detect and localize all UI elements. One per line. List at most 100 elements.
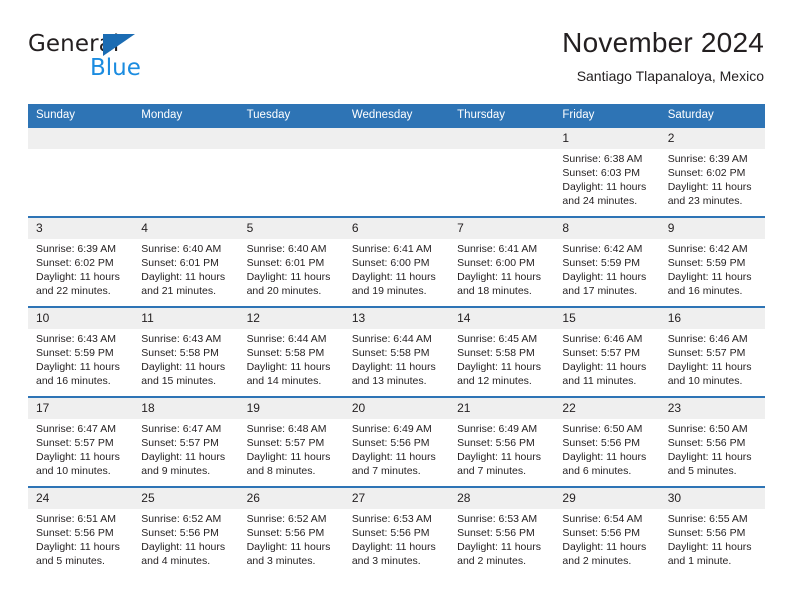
logo-text-blue: Blue [90,55,141,81]
sunrise-time: Sunrise: 6:49 AM [351,423,432,435]
calendar-day-cell[interactable]: 6 Sunrise: 6:41 AM Sunset: 6:00 PM Daylight… [343,216,450,307]
calendar-day-cell[interactable]: 9 Sunrise: 6:42 AM Sunset: 5:59 PM Daylight… [659,216,765,307]
sunrise-time: Sunrise: 6:50 AM [562,423,643,435]
sunset-time: Sunset: 5:59 PM [667,257,746,270]
calendar-day-cell[interactable]: 14 Sunrise: 6:45 AM Sunset: 5:58 PM Dayligh… [449,306,555,397]
sunrise-time: Sunrise: 6:44 AM [351,333,432,345]
calendar-day-cell[interactable]: 20 Sunrise: 6:49 AM Sunset: 5:56 PM Dayligh… [343,396,450,487]
general-blue-logo[interactable]: General Blue [28,32,208,88]
sunrise-time: Sunrise: 6:54 AM [562,513,643,525]
calendar-week-row: 10 Sunrise: 6:43 AM Sunset: 5:59 PM Dayligh… [28,306,765,397]
day-number: 27 [343,488,450,509]
day-details: Sunrise: 6:49 AM Sunset: 5:56 PM Daylight:… [344,419,449,478]
weekday-header-monday: Monday [133,104,239,127]
calendar-day-cell[interactable]: 4 Sunrise: 6:40 AM Sunset: 6:01 PM Daylight… [133,216,239,307]
sunset-time: Sunset: 6:00 PM [457,257,535,270]
calendar-day-cell[interactable]: 2 Sunrise: 6:39 AM Sunset: 6:02 PM Daylight… [659,126,765,217]
calendar-day-cell[interactable]: 12 Sunrise: 6:44 AM Sunset: 5:58 PM Dayligh… [238,306,344,397]
daylight-duration-line1: Daylight: 11 hours [667,271,752,284]
daylight-duration-line2: and 16 minutes. [667,285,743,298]
sunset-time: Sunset: 5:56 PM [141,527,219,540]
calendar-day-cell[interactable]: 15 Sunrise: 6:46 AM Sunset: 5:57 PM Dayligh… [554,306,660,397]
calendar-day-cell[interactable]: 18 Sunrise: 6:47 AM Sunset: 5:57 PM Dayligh… [133,396,239,487]
day-number: 29 [554,488,660,509]
daylight-duration-line1: Daylight: 11 hours [246,271,331,284]
day-details: Sunrise: 6:47 AM Sunset: 5:57 PM Daylight:… [28,419,133,478]
day-details: Sunrise: 6:52 AM Sunset: 5:56 PM Daylight:… [239,509,344,568]
day-details: Sunrise: 6:45 AM Sunset: 5:58 PM Daylight:… [449,329,554,388]
calendar-day-cell[interactable]: 13 Sunrise: 6:44 AM Sunset: 5:58 PM Dayligh… [343,306,450,397]
sunrise-time: Sunrise: 6:46 AM [667,333,748,345]
sunrise-time: Sunrise: 6:42 AM [562,243,643,255]
day-details: Sunrise: 6:38 AM Sunset: 6:03 PM Daylight:… [554,149,659,208]
calendar-day-cell[interactable]: 11 Sunrise: 6:43 AM Sunset: 5:58 PM Dayligh… [133,306,239,397]
calendar-day-cell[interactable]: 26 Sunrise: 6:52 AM Sunset: 5:56 PM Dayligh… [238,486,344,576]
daylight-duration-line2: and 1 minute. [667,555,732,568]
day-details: Sunrise: 6:53 AM Sunset: 5:56 PM Daylight:… [344,509,449,568]
calendar-day-cell[interactable]: 10 Sunrise: 6:43 AM Sunset: 5:59 PM Dayligh… [28,306,134,397]
daylight-duration-line1: Daylight: 11 hours [457,451,541,464]
calendar-day-cell[interactable]: 27 Sunrise: 6:53 AM Sunset: 5:56 PM Dayligh… [343,486,450,576]
day-number: 10 [28,308,134,329]
daylight-duration-line2: and 13 minutes. [351,375,427,388]
calendar-day-cell-empty [28,126,134,217]
day-number: 7 [449,218,555,239]
calendar-day-cell[interactable]: 24 Sunrise: 6:51 AM Sunset: 5:56 PM Dayligh… [28,486,134,576]
daylight-duration-line1: Daylight: 11 hours [141,271,226,284]
calendar-day-cell[interactable]: 21 Sunrise: 6:49 AM Sunset: 5:56 PM Dayligh… [449,396,555,487]
day-details: Sunrise: 6:42 AM Sunset: 5:59 PM Daylight:… [660,239,765,298]
daylight-duration-line1: Daylight: 11 hours [667,541,752,554]
sunset-time: Sunset: 5:56 PM [351,527,430,540]
day-details: Sunrise: 6:44 AM Sunset: 5:58 PM Daylight:… [344,329,449,388]
calendar-day-cell[interactable]: 1 Sunrise: 6:38 AM Sunset: 6:03 PM Daylight… [554,126,660,217]
day-details: Sunrise: 6:51 AM Sunset: 5:56 PM Daylight:… [28,509,133,568]
daylight-duration-line2: and 7 minutes. [351,465,421,478]
day-details: Sunrise: 6:39 AM Sunset: 6:02 PM Daylight:… [660,149,765,208]
sunset-time: Sunset: 5:59 PM [562,257,641,270]
day-number: 19 [238,398,344,419]
sunrise-time: Sunrise: 6:40 AM [246,243,327,255]
daylight-duration-line2: and 20 minutes. [246,285,322,298]
sunrise-time: Sunrise: 6:41 AM [457,243,538,255]
calendar-day-cell[interactable]: 8 Sunrise: 6:42 AM Sunset: 5:59 PM Daylight… [554,216,660,307]
sunset-time: Sunset: 5:56 PM [36,527,114,540]
calendar-day-cell[interactable]: 25 Sunrise: 6:52 AM Sunset: 5:56 PM Dayligh… [133,486,239,576]
daylight-duration-line1: Daylight: 11 hours [667,451,752,464]
sunrise-time: Sunrise: 6:44 AM [246,333,327,345]
calendar-day-cell[interactable]: 19 Sunrise: 6:48 AM Sunset: 5:57 PM Dayligh… [238,396,344,487]
sunrise-time: Sunrise: 6:47 AM [141,423,222,435]
sunrise-time: Sunrise: 6:45 AM [457,333,538,345]
calendar-day-cell[interactable]: 3 Sunrise: 6:39 AM Sunset: 6:02 PM Daylight… [28,216,134,307]
sunrise-time: Sunrise: 6:55 AM [667,513,748,525]
sunrise-time: Sunrise: 6:40 AM [141,243,222,255]
calendar-day-cell[interactable]: 16 Sunrise: 6:46 AM Sunset: 5:57 PM Dayligh… [659,306,765,397]
daylight-duration-line1: Daylight: 11 hours [667,361,752,374]
calendar-day-cell[interactable]: 28 Sunrise: 6:53 AM Sunset: 5:56 PM Dayligh… [449,486,555,576]
daylight-duration-line2: and 15 minutes. [141,375,216,388]
calendar-day-cell[interactable]: 23 Sunrise: 6:50 AM Sunset: 5:56 PM Dayligh… [659,396,765,487]
calendar-day-cell[interactable]: 29 Sunrise: 6:54 AM Sunset: 5:56 PM Dayligh… [554,486,660,576]
daylight-duration-line2: and 9 minutes. [141,465,211,478]
day-number: 4 [133,218,239,239]
calendar-body: 1 Sunrise: 6:38 AM Sunset: 6:03 PM Daylight… [28,126,765,576]
sunset-time: Sunset: 5:56 PM [246,527,325,540]
calendar-day-cell[interactable]: 5 Sunrise: 6:40 AM Sunset: 6:01 PM Daylight… [238,216,344,307]
page-header: General Blue November 2024 Santiago Tlap… [28,26,764,96]
calendar-day-cell[interactable]: 17 Sunrise: 6:47 AM Sunset: 5:57 PM Dayligh… [28,396,134,487]
daylight-duration-line2: and 12 minutes. [457,375,532,388]
sunset-time: Sunset: 5:56 PM [667,527,746,540]
day-details: Sunrise: 6:43 AM Sunset: 5:59 PM Daylight:… [28,329,133,388]
calendar-day-cell[interactable]: 7 Sunrise: 6:41 AM Sunset: 6:00 PM Daylight… [449,216,555,307]
day-details: Sunrise: 6:47 AM Sunset: 5:57 PM Daylight:… [133,419,238,478]
daylight-duration-line2: and 18 minutes. [457,285,532,298]
calendar-day-cell[interactable]: 30 Sunrise: 6:55 AM Sunset: 5:56 PM Dayligh… [659,486,765,576]
day-number: 14 [449,308,555,329]
day-details: Sunrise: 6:43 AM Sunset: 5:58 PM Daylight:… [133,329,238,388]
daylight-duration-line2: and 16 minutes. [36,375,111,388]
sunrise-time: Sunrise: 6:49 AM [457,423,538,435]
day-details: Sunrise: 6:52 AM Sunset: 5:56 PM Daylight:… [133,509,238,568]
sunset-time: Sunset: 5:56 PM [351,437,430,450]
weekday-header-thursday: Thursday [449,104,555,127]
calendar-day-cell[interactable]: 22 Sunrise: 6:50 AM Sunset: 5:56 PM Dayligh… [554,396,660,487]
sunset-time: Sunset: 5:57 PM [562,347,641,360]
